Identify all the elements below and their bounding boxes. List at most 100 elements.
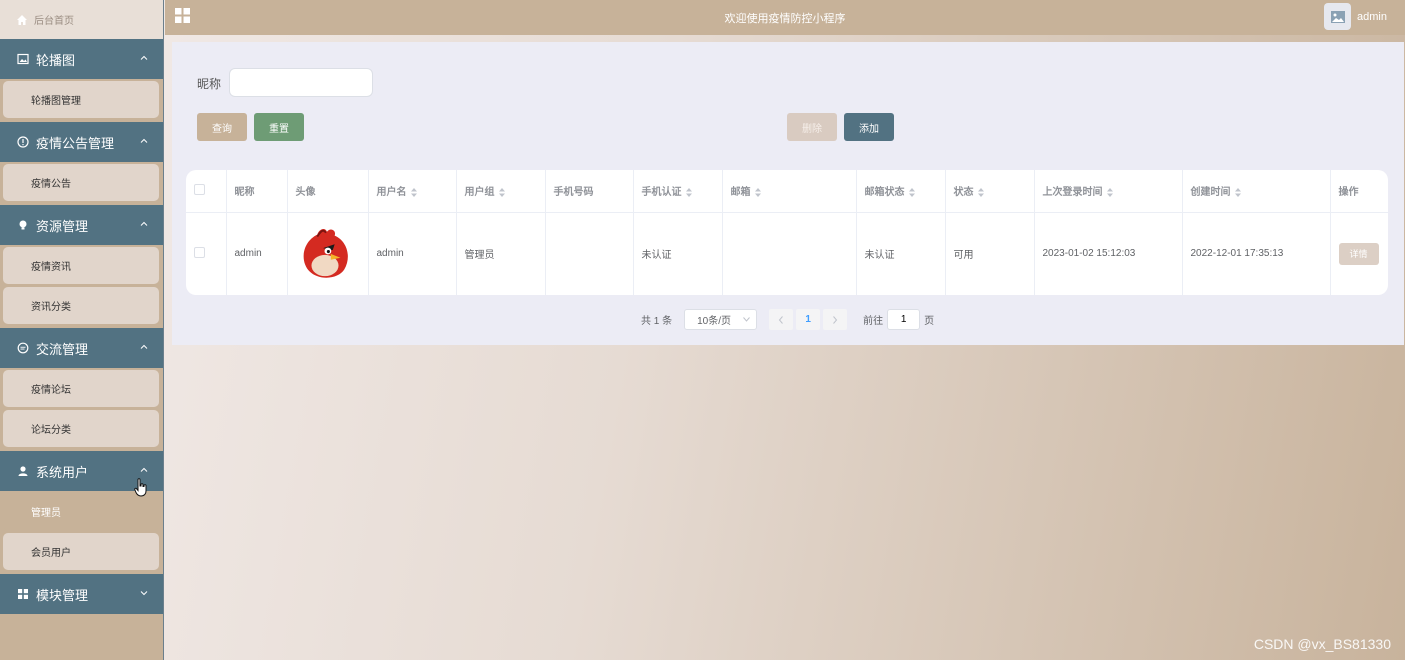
select-all-checkbox[interactable] xyxy=(194,183,205,195)
pager-total: 共 1 条 xyxy=(641,316,673,327)
sidebar-group-label: 系统用户 xyxy=(36,464,89,480)
angry-bird-avatar xyxy=(303,229,348,278)
reset-button[interactable]: 重置 xyxy=(254,113,304,141)
pager-nav: 1 xyxy=(769,309,848,330)
top-header: 欢迎使用疫情防控小程序 admin xyxy=(165,0,1405,35)
column-header[interactable]: 用户组 xyxy=(456,170,546,213)
chat-bubble-icon xyxy=(16,341,30,355)
pager-goto: 前往 页 xyxy=(863,309,934,330)
add-button[interactable]: 添加 xyxy=(844,113,894,141)
goto-page-input[interactable] xyxy=(887,309,921,330)
column-header: 操作 xyxy=(1330,170,1388,213)
main-panel: 昵称 查询 重置 删除 添加 昵称 头像 用户名 用户组 手机号码 手机认证 邮… xyxy=(172,42,1404,345)
hand-cursor-icon xyxy=(134,478,147,497)
column-header[interactable]: 邮箱状态 xyxy=(856,170,946,213)
sidebar-group-modules[interactable]: 模块管理 xyxy=(0,574,163,614)
cell-nickname: admin xyxy=(226,212,288,295)
user-icon xyxy=(16,464,30,478)
sort-icon[interactable] xyxy=(1106,188,1113,198)
cell-avatar xyxy=(287,212,369,295)
watermark: CSDN @vx_BS81330 xyxy=(1253,636,1391,652)
avatar[interactable] xyxy=(1324,3,1352,30)
sidebar-item-news[interactable]: 疫情资讯 xyxy=(3,247,159,284)
column-header: 昵称 xyxy=(226,170,288,213)
delete-button[interactable]: 删除 xyxy=(787,113,837,141)
sort-icon[interactable] xyxy=(977,188,984,198)
page-suffix: 页 xyxy=(924,316,935,327)
sidebar-group-carousel[interactable]: 轮播图 xyxy=(0,39,163,79)
goto-label: 前往 xyxy=(863,316,884,327)
cell-phone-verified: 未认证 xyxy=(633,212,723,295)
select-all-checkbox-cell xyxy=(186,170,227,213)
cell-email xyxy=(722,212,857,295)
cell-username: admin xyxy=(368,212,457,295)
prev-page-button[interactable] xyxy=(769,309,794,330)
image-icon xyxy=(16,52,30,66)
sidebar-group-announcement[interactable]: 疫情公告管理 xyxy=(0,122,163,162)
chevron-up-icon xyxy=(140,467,148,472)
lightbulb-icon xyxy=(16,218,30,232)
sidebar-item-admin[interactable]: 管理员 xyxy=(3,493,159,530)
table-header-row: 昵称 头像 用户名 用户组 手机号码 手机认证 邮箱 邮箱状态 状态 上次登录时… xyxy=(186,170,1388,213)
cell-last-login: 2023-01-02 15:12:03 xyxy=(1034,212,1183,295)
detail-button[interactable]: 详情 xyxy=(1338,242,1379,265)
sort-icon[interactable] xyxy=(685,188,692,198)
column-header: 头像 xyxy=(287,170,369,213)
header-username: admin xyxy=(1357,10,1387,23)
column-header[interactable]: 邮箱 xyxy=(722,170,857,213)
chevron-right-icon xyxy=(833,315,838,324)
page-size-select[interactable]: 10条/页 xyxy=(684,309,758,330)
table-row: admin admin 管理员 未认证 未认证 可用 2023-01-02 15… xyxy=(186,212,1388,295)
row-checkbox[interactable] xyxy=(194,246,205,258)
column-header[interactable]: 手机认证 xyxy=(633,170,723,213)
column-header[interactable]: 状态 xyxy=(945,170,1035,213)
search-label: 昵称 xyxy=(197,77,222,91)
sidebar: 后台首页 轮播图 轮播图管理 疫情公告管理 疫情公告 资源管理 疫情资讯 资讯分… xyxy=(0,0,164,660)
sort-icon[interactable] xyxy=(754,188,761,198)
cell-phone xyxy=(545,212,634,295)
cell-group: 管理员 xyxy=(456,212,546,295)
sidebar-item-announcement[interactable]: 疫情公告 xyxy=(3,164,159,201)
sidebar-group-forum[interactable]: 交流管理 xyxy=(0,328,163,368)
column-header[interactable]: 用户名 xyxy=(368,170,457,213)
user-menu[interactable]: admin xyxy=(1324,3,1387,30)
cell-email-status: 未认证 xyxy=(856,212,946,295)
sort-icon[interactable] xyxy=(498,188,505,198)
sidebar-home-link[interactable]: 后台首页 xyxy=(0,0,163,39)
column-header: 手机号码 xyxy=(545,170,634,213)
chevron-up-icon xyxy=(140,55,148,60)
nickname-search-input[interactable] xyxy=(229,68,373,97)
sidebar-item-carousel-manage[interactable]: 轮播图管理 xyxy=(3,81,159,118)
sidebar-group-label: 模块管理 xyxy=(36,587,89,603)
chevron-up-icon xyxy=(140,221,148,226)
app-title: 欢迎使用疫情防控小程序 xyxy=(724,13,846,25)
sidebar-group-label: 交流管理 xyxy=(36,341,89,357)
page-number[interactable]: 1 xyxy=(796,309,821,330)
image-placeholder-icon xyxy=(1330,10,1345,23)
cell-created: 2022-12-01 17:35:13 xyxy=(1182,212,1331,295)
row-checkbox-cell xyxy=(186,212,227,295)
column-header[interactable]: 创建时间 xyxy=(1182,170,1331,213)
home-icon xyxy=(17,14,27,25)
page-size-value: 10条/页 xyxy=(697,316,732,327)
next-page-button[interactable] xyxy=(823,309,848,330)
chevron-left-icon xyxy=(778,315,784,324)
sort-icon[interactable] xyxy=(908,188,915,198)
chevron-up-icon xyxy=(140,344,148,349)
sidebar-item-forum-category[interactable]: 论坛分类 xyxy=(3,410,159,447)
chevron-up-icon xyxy=(140,138,148,143)
sidebar-group-resource[interactable]: 资源管理 xyxy=(0,205,163,245)
sidebar-home-label: 后台首页 xyxy=(34,16,74,27)
sidebar-item-members[interactable]: 会员用户 xyxy=(3,533,159,570)
info-circle-icon xyxy=(16,135,30,149)
column-header[interactable]: 上次登录时间 xyxy=(1034,170,1183,213)
grid-icon xyxy=(16,587,30,601)
query-button[interactable]: 查询 xyxy=(197,113,247,141)
sidebar-item-forum[interactable]: 疫情论坛 xyxy=(3,370,159,407)
sort-icon[interactable] xyxy=(410,188,417,198)
chevron-down-icon xyxy=(743,317,751,322)
chevron-down-icon xyxy=(140,591,148,596)
sidebar-item-news-category[interactable]: 资讯分类 xyxy=(3,287,159,324)
sidebar-group-label: 疫情公告管理 xyxy=(36,135,115,151)
sort-icon[interactable] xyxy=(1234,188,1241,198)
